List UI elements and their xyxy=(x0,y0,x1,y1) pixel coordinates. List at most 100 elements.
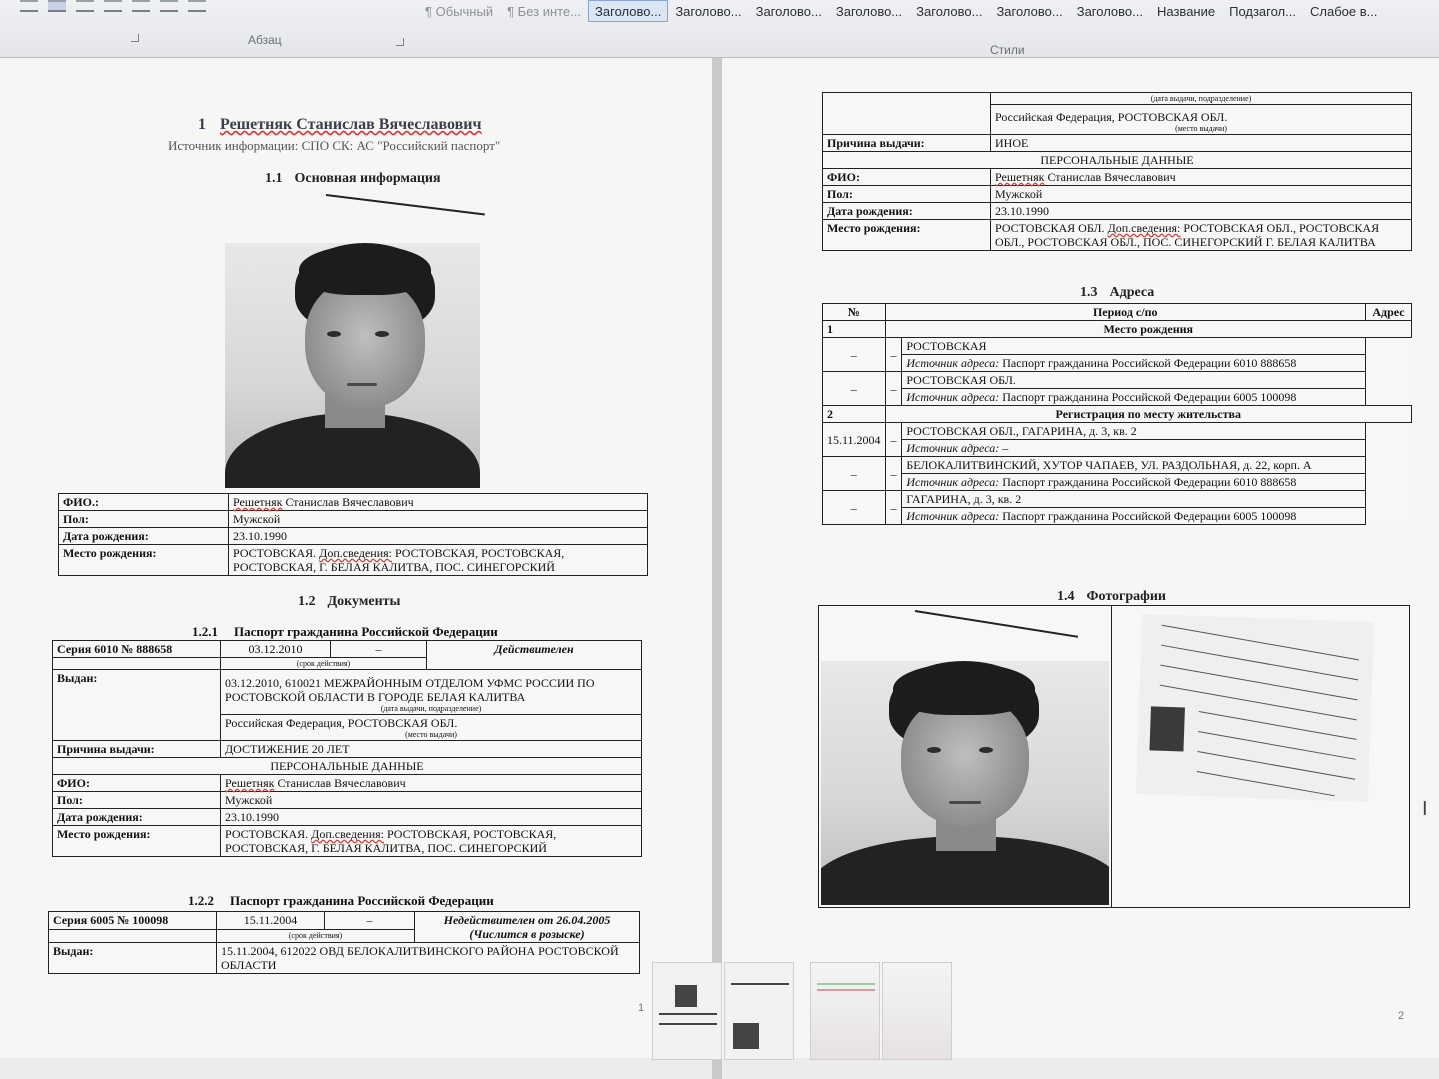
style-gallery-item[interactable]: Заголово... xyxy=(588,0,669,22)
page-1[interactable]: 1 Решетняк Станислав Вячеславович Источни… xyxy=(0,58,712,1058)
reason-value: ИНОЕ xyxy=(990,134,1412,152)
page-number: 2 xyxy=(1398,1010,1405,1022)
period-from: – xyxy=(822,490,886,525)
styles-group-label: Стили xyxy=(990,43,1025,57)
address-source: Источник адреса: – xyxy=(901,439,1366,457)
dob-label: Дата рождения: xyxy=(822,202,991,220)
col-address: Адрес xyxy=(1364,303,1413,321)
table-row: ФИО: Решетняк Станислав Вячеславович xyxy=(822,168,1412,186)
heading-person: 1 Решетняк Станислав Вячеславович xyxy=(198,116,482,134)
document-workspace[interactable]: 1 Решетняк Станислав Вячеславович Источни… xyxy=(0,58,1439,1079)
heading-number: 1.4 xyxy=(1057,589,1075,604)
personal-data-header: ПЕРСОНАЛЬНЫЕ ДАННЫЕ xyxy=(822,151,1412,169)
style-gallery-item[interactable]: Заголово... xyxy=(989,0,1069,22)
person-name: Решетняк Станислав Вячеславович xyxy=(220,116,482,133)
align-left-icon[interactable] xyxy=(20,0,38,12)
heading-title: Адреса xyxy=(1109,285,1155,300)
portrait-photo-icon xyxy=(225,243,480,488)
thumbnail-page-1[interactable] xyxy=(652,962,722,1060)
validity-caption: (срок действия) xyxy=(216,929,415,943)
personal-info-table: ФИО.: Решетняк Станислав Вячеславович По… xyxy=(58,493,648,576)
address-value: БЕЛОКАЛИТВИНСКИЙ, ХУТОР ЧАПАЕВ, УЛ. РАЗД… xyxy=(901,456,1366,474)
style-gallery-item[interactable]: Заголово... xyxy=(909,0,989,22)
table-row: – – БЕЛОКАЛИТВИНСКИЙ, ХУТОР ЧАПАЕВ, УЛ. РА… xyxy=(822,456,1412,491)
table-row: Место рождения: РОСТОВСКАЯ. Доп.сведения… xyxy=(52,825,642,857)
page-2[interactable]: (дата выдачи, подразделение) Российская … xyxy=(722,58,1439,1058)
style-gallery-item[interactable]: Заголово... xyxy=(829,0,909,22)
table-row: Серия 6005 № 100098 15.11.2004 – Недейст… xyxy=(48,910,640,943)
reason-label: Причина выдачи: xyxy=(822,134,991,152)
heading-title: Документы xyxy=(327,594,401,609)
heading-number: 1.2.1 xyxy=(192,624,218,639)
address-group-registration: 15.11.2004– РОСТОВСКАЯ ОБЛ., ГАГАРИНА, д.… xyxy=(822,422,1412,525)
align-right-icon[interactable] xyxy=(76,0,94,12)
line-spacing-icon[interactable] xyxy=(132,0,150,12)
styles-gallery: ¶ Обычный ¶ Без инте... Заголово... Заголов… xyxy=(418,0,1384,22)
fio-value: Решетняк Станислав Вячеславович xyxy=(990,168,1412,186)
sex-value: Мужской xyxy=(228,510,648,528)
justify-icon[interactable] xyxy=(104,0,122,12)
table-row: Место рождения: РОСТОВСКАЯ. Доп.сведения… xyxy=(58,544,648,576)
heading-number: 1.1 xyxy=(265,171,283,186)
table-row: 1 Место рождения xyxy=(822,320,1413,338)
table-row: Дата рождения: 23.10.1990 xyxy=(822,202,1412,220)
text-cursor-icon: I xyxy=(1422,798,1428,820)
table-row: Выдан: 03.12.2010, 610021 МЕЖРАЙОННЫМ ОТ… xyxy=(52,669,642,741)
align-center-icon[interactable] xyxy=(48,0,66,12)
table-row: – – РОСТОВСКАЯ ОБЛ. xyxy=(822,371,1412,406)
pob-value: РОСТОВСКАЯ ОБЛ. Доп.сведения: РОСТОВСКАЯ… xyxy=(990,219,1412,251)
style-gallery-item[interactable]: Заголово... xyxy=(668,0,748,22)
heading-title: Основная информация xyxy=(294,171,441,186)
thumbnail-page-2[interactable] xyxy=(724,962,794,1060)
shading-icon[interactable] xyxy=(160,0,178,12)
style-gallery-item[interactable]: ¶ Без инте... xyxy=(500,0,588,22)
address-value: РОСТОВСКАЯ xyxy=(901,337,1366,355)
pob-value: РОСТОВСКАЯ. Доп.сведения: РОСТОВСКАЯ, РО… xyxy=(228,544,648,576)
passport-issue-date: 03.12.2010 xyxy=(220,640,331,658)
fio-value: Решетняк Станислав Вячеславович xyxy=(220,774,642,792)
style-gallery-item[interactable]: Заголово... xyxy=(749,0,829,22)
issued-label: Выдан: xyxy=(52,669,221,741)
heading-number: 1 xyxy=(198,116,206,133)
period-to: – xyxy=(884,422,903,457)
font-group-launcher-icon[interactable] xyxy=(131,34,139,42)
passport-2-table: Серия 6005 № 100098 15.11.2004 – Недейст… xyxy=(48,910,640,974)
thumbnail-page-4[interactable] xyxy=(882,962,952,1060)
col-period: Период с/по xyxy=(884,303,1366,321)
paragraph-group-launcher-icon[interactable] xyxy=(396,38,404,46)
table-row: № Период с/по Адрес xyxy=(822,303,1413,321)
heading-main-info: 1.1 Основная информация xyxy=(265,171,441,187)
style-gallery-item[interactable]: Название xyxy=(1150,0,1222,22)
table-row: Дата рождения: 23.10.1990 xyxy=(52,808,642,826)
heading-title: Паспорт гражданина Российской Федерации xyxy=(230,893,494,908)
style-gallery-item[interactable]: Слабое в... xyxy=(1303,0,1384,22)
reason-value: ДОСТИЖЕНИЕ 20 ЛЕТ xyxy=(220,740,642,758)
table-row: – – ГАГАРИНА, д. 3, кв. 2 xyxy=(822,490,1412,525)
style-gallery-item[interactable]: ¶ Обычный xyxy=(418,0,500,22)
address-source: Источник адреса: Паспорт гражданина Росс… xyxy=(901,507,1366,525)
table-row: Выдан: 15.11.2004, 612022 ОВД БЕЛОКАЛИТВ… xyxy=(48,942,640,974)
page-gap xyxy=(712,58,722,1079)
period-to: – xyxy=(884,456,903,491)
thumbnail-page-3[interactable] xyxy=(810,962,880,1060)
heading-number: 1.2.2 xyxy=(188,893,214,908)
style-gallery-item[interactable]: Подзагол... xyxy=(1222,0,1303,22)
table-row: ФИО.: Решетняк Станислав Вячеславович xyxy=(58,493,648,511)
table-row: – – РОСТОВСКАЯ xyxy=(822,337,1412,372)
dob-label: Дата рождения: xyxy=(58,527,229,545)
table-row: Источник адреса: Паспорт гражданина Росс… xyxy=(823,473,1412,491)
sex-label: Пол: xyxy=(52,791,221,809)
heading-title: Паспорт гражданина Российской Федерации xyxy=(234,624,498,639)
group-number: 1 xyxy=(822,320,886,338)
style-gallery-item[interactable]: Заголово... xyxy=(1070,0,1150,22)
heading-passport-2: 1.2.2 Паспорт гражданина Российской Федер… xyxy=(188,893,494,909)
borders-icon[interactable] xyxy=(188,0,206,12)
reason-label: Причина выдачи: xyxy=(52,740,221,758)
heading-passport-1: 1.2.1 Паспорт гражданина Российской Федер… xyxy=(192,624,498,640)
heading-photos: 1.4 Фотографии xyxy=(1057,589,1166,605)
fio-value: Решетняк Станислав Вячеславович xyxy=(228,493,648,511)
table-row: 15.11.2004– РОСТОВСКАЯ ОБЛ., ГАГАРИНА, д.… xyxy=(822,422,1412,457)
pob-label: Место рождения: xyxy=(58,544,229,576)
heading-title: Фотографии xyxy=(1086,589,1167,604)
mini-portrait-icon xyxy=(1149,706,1185,752)
